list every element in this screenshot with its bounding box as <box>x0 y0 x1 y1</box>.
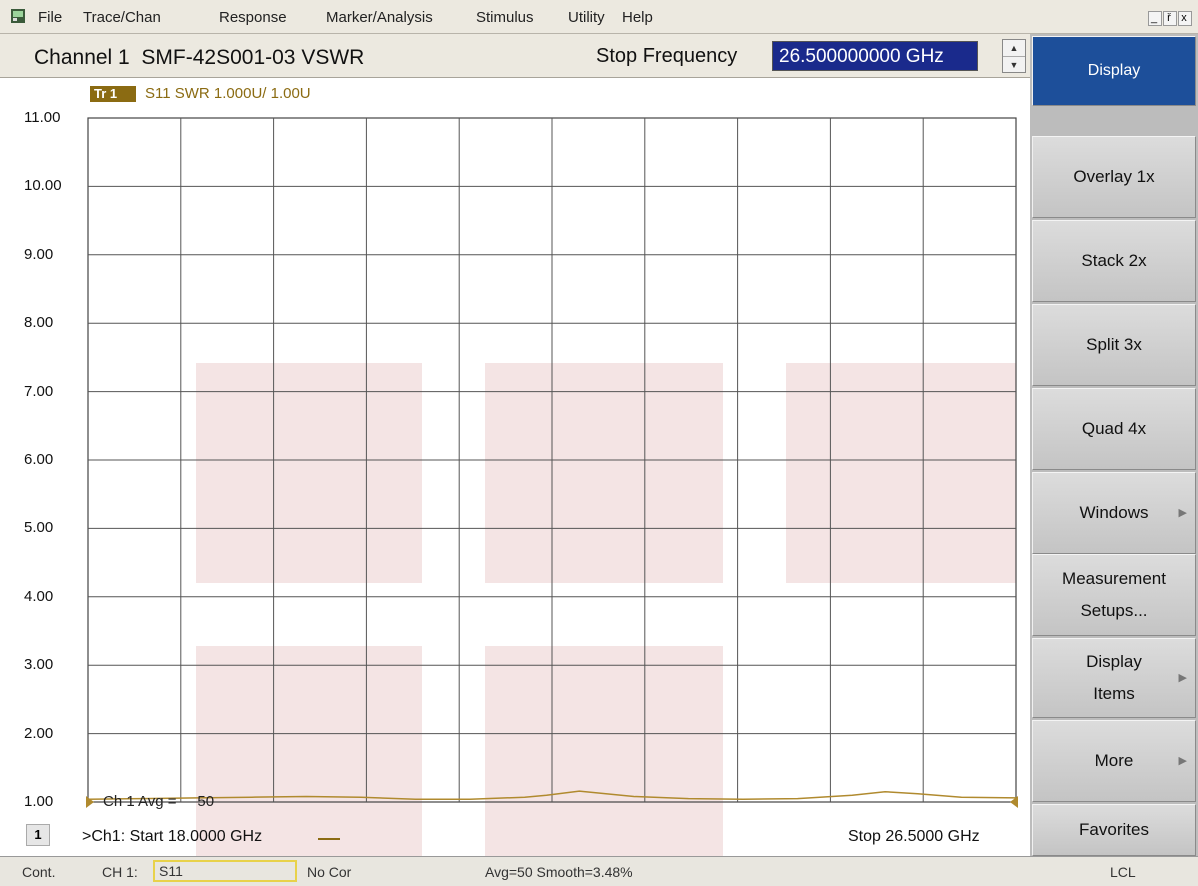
status-averaging: Avg=50 Smooth=3.48% <box>485 864 633 880</box>
menu-utility[interactable]: Utility <box>568 9 605 26</box>
trace-description[interactable]: S11 SWR 1.000U/ 1.00U <box>145 85 311 102</box>
minimize-button[interactable]: _ <box>1148 11 1162 26</box>
watermark-block <box>786 363 1016 583</box>
trace-tag[interactable]: Tr 1 <box>90 86 136 102</box>
status-lcl: LCL <box>1110 864 1136 880</box>
status-correction: No Cor <box>307 864 352 880</box>
menu-file[interactable]: File <box>38 9 62 26</box>
status-sweep-mode: Cont. <box>22 864 56 880</box>
menu-stimulus[interactable]: Stimulus <box>476 9 534 26</box>
softkey-label: Windows <box>1079 503 1149 522</box>
softkey-label: Display <box>1086 652 1142 671</box>
softkey-label: Measurement <box>1062 569 1166 588</box>
window-controls: _ ř x <box>1147 9 1192 26</box>
stop-frequency-footer: Stop 26.5000 GHz <box>848 828 980 845</box>
y-tick-label: 10.00 <box>24 177 62 195</box>
softkey-label: Display <box>1087 62 1141 79</box>
watermark-block <box>485 646 723 856</box>
softkey-2[interactable]: Stack 2x <box>1032 220 1196 302</box>
softkey-8[interactable]: More ▶ <box>1032 720 1196 802</box>
menu-marker-analysis[interactable]: Marker/Analysis <box>326 9 433 26</box>
measurement-chart <box>86 117 1018 856</box>
menu-trace-chan[interactable]: Trace/Chan <box>83 9 161 26</box>
submenu-arrow-icon: ▶ <box>1178 755 1187 767</box>
softkey-label-line2: Items <box>1093 684 1135 703</box>
watermark-block <box>196 363 422 583</box>
restore-button[interactable]: ř <box>1163 11 1177 26</box>
status-bar: Cont. CH 1: S11 No Cor Avg=50 Smooth=3.4… <box>0 856 1198 886</box>
softkey-label: Stack 2x <box>1081 251 1147 270</box>
y-tick-label: 2.00 <box>24 724 54 742</box>
submenu-arrow-icon: ▶ <box>1178 672 1187 684</box>
softkey-9[interactable]: Favorites <box>1032 804 1196 856</box>
watermark-block <box>196 646 422 856</box>
softkey-6[interactable]: Measurement Setups... <box>1032 554 1196 636</box>
status-parameter: S11 <box>153 860 297 882</box>
softkey-7[interactable]: Display Items ▶ <box>1032 638 1196 718</box>
y-tick-label: 7.00 <box>24 382 54 400</box>
y-tick-label: 6.00 <box>24 451 54 468</box>
close-button[interactable]: x <box>1178 11 1192 26</box>
softkey-panel: Display Overlay 1x Stack 2x Split 3x Quad 4x… <box>1030 34 1198 856</box>
entry-toolbar: Channel 1 SMF-42S001-03 VSWR Stop Freque… <box>0 34 1030 78</box>
softkey-label: Quad 4x <box>1081 419 1147 438</box>
softkey-1[interactable]: Overlay 1x <box>1032 136 1196 218</box>
softkey-5[interactable]: Windows ▶ <box>1032 472 1196 554</box>
softkey-3[interactable]: Split 3x <box>1032 304 1196 386</box>
y-tick-label: 9.00 <box>24 245 54 263</box>
softkey-label-line2: Setups... <box>1080 601 1148 620</box>
channel-number[interactable]: 1 <box>26 824 50 846</box>
app-icon <box>11 9 25 23</box>
menu-bar: File Trace/Chan Response Marker/Analysis… <box>0 0 1198 34</box>
softkey-0[interactable]: Display <box>1032 36 1196 106</box>
trace-legend-line <box>318 838 340 840</box>
stop-frequency-label: Stop Frequency <box>596 45 738 67</box>
submenu-arrow-icon: ▶ <box>1178 507 1187 519</box>
stop-frequency-input[interactable]: 26.500000000 GHz <box>772 41 978 71</box>
channel-title: Channel 1 SMF-42S001-03 VSWR <box>34 46 365 69</box>
menu-help[interactable]: Help <box>622 9 653 26</box>
spin-up-icon[interactable]: ▲ <box>1003 40 1025 57</box>
softkey-4[interactable]: Quad 4x <box>1032 388 1196 470</box>
stop-frequency-spinner[interactable]: ▲ ▼ <box>1002 39 1026 73</box>
softkey-label: More <box>1094 751 1134 770</box>
watermark <box>196 363 1016 856</box>
watermark-block <box>485 363 723 583</box>
status-channel: CH 1: <box>102 864 138 880</box>
y-tick-label: 3.00 <box>24 656 54 674</box>
y-tick-label: 5.00 <box>24 519 54 537</box>
softkey-label: Favorites <box>1079 820 1149 839</box>
y-tick-label: 11.00 <box>24 109 61 126</box>
y-tick-label: 4.00 <box>24 587 54 605</box>
y-tick-label: 1.00 <box>24 793 54 810</box>
y-tick-label: 8.00 <box>24 314 54 332</box>
softkey-label: Split 3x <box>1086 335 1142 354</box>
menu-response[interactable]: Response <box>219 9 287 26</box>
spin-down-icon[interactable]: ▼ <box>1003 57 1025 73</box>
softkey-label: Overlay 1x <box>1073 167 1155 186</box>
average-annotation: Ch 1 Avg = 50 <box>103 793 215 810</box>
plot-area <box>0 78 1030 856</box>
start-frequency-label: >Ch1: Start 18.0000 GHz <box>82 828 263 845</box>
